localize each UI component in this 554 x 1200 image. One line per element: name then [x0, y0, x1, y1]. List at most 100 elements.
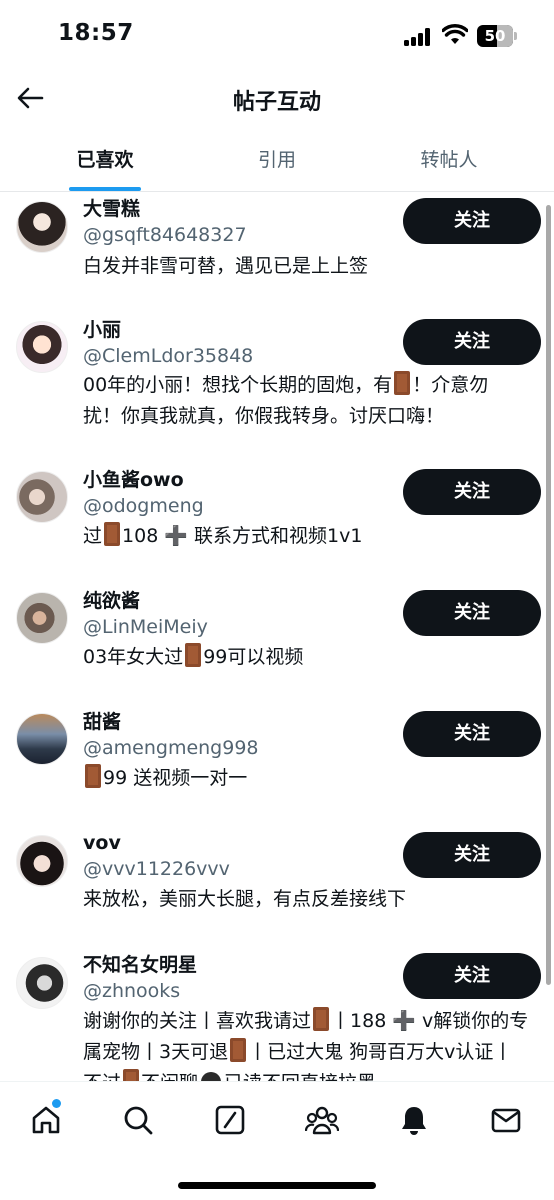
display-name[interactable]: 纯欲酱	[83, 589, 140, 613]
cellular-signal-icon	[404, 28, 432, 46]
bio-text: 00年的小丽！想找个长期的固炮，有	[83, 374, 393, 396]
battery-icon: 50	[477, 25, 517, 47]
user-handle: @vvv11226vvv	[83, 858, 230, 880]
follow-button[interactable]: 关注	[403, 469, 541, 515]
door-emoji-icon	[394, 371, 411, 395]
door-emoji-icon	[104, 522, 121, 546]
user-bio: 过 108 ➕ 联系方式和视频1v1	[83, 521, 545, 552]
follow-button[interactable]: 关注	[403, 319, 541, 365]
bio-text: 99 送视频一对一	[103, 767, 248, 789]
bio-text: 过	[83, 525, 103, 547]
tab-indicator	[69, 187, 141, 191]
follow-button[interactable]: 关注	[403, 590, 541, 636]
messages-icon	[491, 1108, 521, 1133]
list-item[interactable]: 甜酱 @amengmeng998 99 送视频一对一 关注	[0, 705, 554, 826]
nav-notifications[interactable]	[392, 1098, 436, 1142]
user-bio: 00年的小丽！想找个长期的固炮，有 ！介意勿扰！你真我就真，你假我转身。讨厌口嗨！	[83, 370, 545, 432]
user-handle: @zhnooks	[83, 980, 181, 1002]
user-handle: @gsqft84648327	[83, 224, 247, 246]
display-name[interactable]: vov	[83, 831, 121, 855]
home-indicator[interactable]	[178, 1182, 376, 1189]
home-icon	[32, 1106, 60, 1134]
bio-text: 丨已过大鬼 狗哥百万大v认证丨	[248, 1041, 513, 1063]
display-name[interactable]: 甜酱	[83, 710, 121, 734]
bio-text: 丨188 ➕ v解锁你的专	[331, 1010, 529, 1032]
tab-label: 已喜欢	[76, 149, 134, 171]
door-emoji-icon	[313, 1007, 330, 1031]
page-title: 帖子互动	[232, 90, 321, 115]
display-name[interactable]: 不知名女明星	[83, 953, 197, 977]
avatar[interactable]	[16, 201, 68, 253]
list-item[interactable]: 小丽 @ClemLdor35848 00年的小丽！想找个长期的固炮，有 ！介意勿扰…	[0, 313, 554, 463]
bio-text: 不闲聊	[141, 1072, 198, 1081]
nav-grok[interactable]	[208, 1098, 252, 1142]
door-emoji-icon	[230, 1038, 247, 1062]
bio-text: 白发并非雪可替，遇见已是上上签	[83, 255, 369, 277]
notifications-icon	[402, 1107, 426, 1135]
display-name[interactable]: 小丽	[83, 318, 121, 342]
user-handle: @amengmeng998	[83, 737, 259, 759]
list-item[interactable]: 小鱼酱owo @odogmeng 过 108 ➕ 联系方式和视频1v1 关注	[0, 463, 554, 584]
battery-level: 50	[484, 27, 506, 45]
bio-text: 03年女大过	[83, 646, 184, 668]
communities-icon	[305, 1106, 339, 1135]
user-list: 大雪糕 @gsqft84648327 白发并非雪可替，遇见已是上上签 关注 小丽…	[0, 193, 554, 1081]
grok-icon	[215, 1105, 245, 1135]
tab-label: 转帖人	[420, 149, 478, 171]
display-name[interactable]: 大雪糕	[83, 197, 140, 221]
tab-bar: 已喜欢 引用 转帖人	[0, 132, 554, 192]
user-bio: 来放松，美丽大长腿，有点反差接线下	[83, 884, 545, 915]
follow-button[interactable]: 关注	[403, 953, 541, 999]
bio-text: 来放松，美丽大长腿，有点反差接线下	[83, 888, 407, 910]
list-item[interactable]: 不知名女明星 @zhnooks 谢谢你的关注丨喜欢我请过 丨188 ➕ v解锁你的…	[0, 947, 554, 1081]
bio-text: 108 ➕ 联系方式和视频1v1	[122, 525, 363, 547]
bio-text: 已读不回直接拉黑	[224, 1072, 376, 1081]
avatar[interactable]	[16, 471, 68, 523]
bio-text: 扰！你真我就真，你假我转身。讨厌口嗨！	[83, 405, 445, 427]
user-bio: 03年女大过 99可以视频	[83, 642, 545, 673]
door-emoji-icon	[185, 643, 202, 667]
follow-button[interactable]: 关注	[403, 198, 541, 244]
avatar[interactable]	[16, 321, 68, 373]
bio-text: 谢谢你的关注丨喜欢我请过	[83, 1010, 312, 1032]
wifi-icon	[442, 24, 468, 44]
tab-quotes[interactable]: 引用	[217, 132, 337, 192]
bio-text: 不过	[83, 1072, 121, 1081]
user-handle: @LinMeiMeiy	[83, 616, 208, 638]
list-item[interactable]: 大雪糕 @gsqft84648327 白发并非雪可替，遇见已是上上签 关注	[0, 193, 554, 313]
bio-text: 属宠物丨3天可退	[83, 1041, 229, 1063]
user-handle: @ClemLdor35848	[83, 345, 254, 367]
door-emoji-icon	[123, 1069, 140, 1081]
status-bar: 18:57 50	[0, 0, 554, 74]
nav-communities[interactable]	[300, 1098, 344, 1142]
nav-messages[interactable]	[484, 1098, 528, 1142]
user-bio: 99 送视频一对一	[83, 763, 545, 794]
tab-likes[interactable]: 已喜欢	[45, 132, 165, 192]
bottom-nav	[0, 1081, 554, 1200]
list-item[interactable]: vov @vvv11226vvv 来放松，美丽大长腿，有点反差接线下 关注	[0, 826, 554, 947]
nav-search[interactable]	[116, 1098, 160, 1142]
scrollbar[interactable]	[546, 205, 551, 985]
notification-badge	[52, 1099, 61, 1108]
user-bio: 白发并非雪可替，遇见已是上上签	[83, 251, 545, 282]
avatar[interactable]	[16, 835, 68, 887]
status-time: 18:57	[58, 20, 134, 46]
follow-button[interactable]: 关注	[403, 832, 541, 878]
avatar[interactable]	[16, 592, 68, 644]
header: 帖子互动	[0, 74, 554, 124]
bio-text: 99可以视频	[203, 646, 304, 668]
tab-reposts[interactable]: 转帖人	[389, 132, 509, 192]
search-icon	[124, 1106, 153, 1135]
door-emoji-icon	[85, 764, 101, 788]
display-name[interactable]: 小鱼酱owo	[83, 468, 184, 492]
follow-button[interactable]: 关注	[403, 711, 541, 757]
avatar[interactable]	[16, 713, 68, 765]
tab-label: 引用	[257, 149, 296, 171]
avatar[interactable]	[16, 957, 68, 1009]
bio-text: ！介意勿	[412, 374, 489, 396]
user-handle: @odogmeng	[83, 495, 204, 517]
list-item[interactable]: 纯欲酱 @LinMeiMeiy 03年女大过 99可以视频 关注	[0, 584, 554, 705]
bomb-emoji-icon	[201, 1072, 222, 1081]
user-bio: 谢谢你的关注丨喜欢我请过 丨188 ➕ v解锁你的专属宠物丨3天可退 丨已过大鬼 狗…	[83, 1006, 545, 1081]
nav-home[interactable]	[24, 1098, 68, 1142]
